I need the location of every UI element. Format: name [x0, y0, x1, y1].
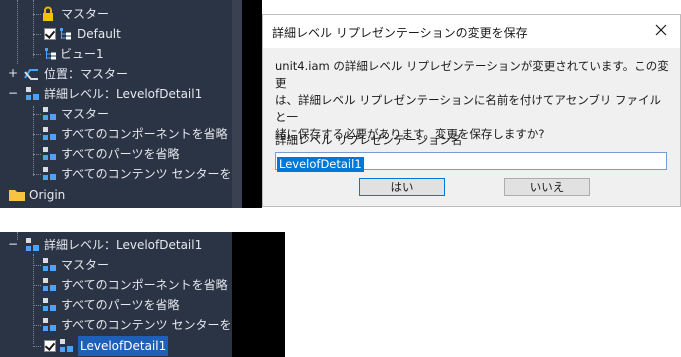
lod-icon [43, 278, 56, 291]
canvas-background [242, 0, 262, 208]
tree-item-origin[interactable]: Origin [0, 185, 232, 205]
tree-item-position[interactable]: + 位置：マスター [0, 64, 232, 84]
collapse-icon[interactable]: − [8, 87, 18, 99]
tree-item-view1[interactable]: ビュー1 [0, 44, 232, 64]
tree-item-default[interactable]: Default [0, 24, 232, 44]
tree-item-lod-master[interactable]: マスター [0, 104, 232, 124]
lod-name-input[interactable]: LevelofDetail1 [275, 152, 667, 172]
tree-item-lod-suppress-content-center[interactable]: すべてのコンテンツ センターを省 [0, 315, 232, 335]
lod-icon [26, 87, 39, 100]
lod-icon [43, 147, 56, 160]
tree-item-lod[interactable]: − 詳細レベル：LevelofDetail1 [0, 84, 232, 104]
tree-item-lod-master[interactable]: マスター [0, 255, 232, 275]
dialog-title: 詳細レベル リプレゼンテーションの変更を保存 [272, 26, 528, 40]
folder-icon [9, 190, 25, 201]
panel-splitter[interactable] [232, 0, 242, 208]
tree-item-lod-suppress-content-center[interactable]: すべてのコンテンツ センターを省 [0, 164, 232, 184]
canvas-background [232, 232, 285, 357]
model-browser-bottom: − 詳細レベル：LevelofDetail1 マスター すべてのコンポーネントを… [0, 232, 232, 357]
view-rep-icon [45, 48, 56, 60]
tree-item-lod-new[interactable]: LevelofDetail1 [0, 336, 232, 356]
lod-icon [43, 167, 56, 180]
view-rep-icon [60, 28, 71, 40]
collapse-icon[interactable]: − [8, 238, 18, 250]
lod-icon [43, 127, 56, 140]
expand-icon[interactable]: + [8, 67, 18, 79]
tree-item-lod[interactable]: − 詳細レベル：LevelofDetail1 [0, 235, 232, 255]
lod-name-input-value: LevelofDetail1 [277, 157, 364, 172]
close-icon[interactable] [652, 21, 670, 39]
checkbox-checked[interactable] [44, 28, 56, 40]
lod-icon [60, 339, 73, 352]
lod-icon [43, 258, 56, 271]
tree-item-lod-suppress-parts[interactable]: すべてのパーツを省略 [0, 144, 232, 164]
lod-icon [43, 298, 56, 311]
lod-icon [43, 107, 56, 120]
lock-icon [43, 6, 53, 21]
checkbox-checked[interactable] [44, 340, 56, 352]
positional-rep-icon [24, 69, 38, 80]
dialog-titlebar: 詳細レベル リプレゼンテーションの変更を保存 [263, 15, 680, 48]
tree-item-lod-suppress-parts[interactable]: すべてのパーツを省略 [0, 295, 232, 315]
tree-item-master-top[interactable]: マスター [0, 4, 232, 24]
yes-button[interactable]: はい [359, 178, 445, 196]
tree-item-lod-suppress-components[interactable]: すべてのコンポーネントを省略 [0, 275, 232, 295]
no-button[interactable]: いいえ [504, 178, 590, 196]
lod-name-label: 詳細レベル リプレゼンテーション名 [275, 133, 463, 147]
dialog-message: unit4.iam の詳細レベル リプレゼンテーションが変更されています。この変… [275, 59, 669, 141]
lod-icon [26, 238, 39, 251]
model-browser-top: マスター Default ビュー1 + 位置：マスター − 詳細レベル：Leve… [0, 0, 232, 208]
tree-item-lod-suppress-components[interactable]: すべてのコンポーネントを省略 [0, 124, 232, 144]
save-lod-dialog: 詳細レベル リプレゼンテーションの変更を保存 unit4.iam の詳細レベル … [262, 14, 681, 207]
lod-icon [43, 318, 56, 331]
